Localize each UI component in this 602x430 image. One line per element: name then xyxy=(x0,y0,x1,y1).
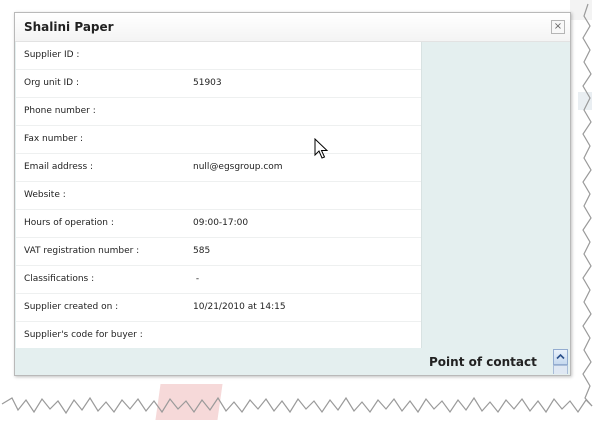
supplier-info-panel: Supplier ID : Org unit ID : 51903 Phone … xyxy=(16,42,422,348)
scrollbar-track[interactable] xyxy=(553,365,568,374)
field-row-vat-registration-number: VAT registration number : 585 xyxy=(16,238,421,266)
field-label: Hours of operation : xyxy=(24,218,114,228)
field-label: Supplier created on : xyxy=(24,302,119,312)
field-row-fax-number: Fax number : xyxy=(16,126,421,154)
scroll-up-button[interactable] xyxy=(553,349,568,365)
field-value: 585 xyxy=(193,246,211,256)
field-value: - xyxy=(193,274,200,284)
background-fragment xyxy=(155,384,223,420)
field-label: Fax number : xyxy=(24,134,84,144)
field-label: Supplier ID : xyxy=(24,50,80,60)
background-fragment xyxy=(578,92,592,110)
field-label: Website : xyxy=(24,190,66,200)
screenshot-stage: Shalini Paper × Supplier ID : Org unit I… xyxy=(0,0,602,430)
field-label: Classifications : xyxy=(24,274,95,284)
field-row-supplier-code-for-buyer: Supplier's code for buyer : xyxy=(16,322,421,349)
field-row-classifications: Classifications : - xyxy=(16,266,421,294)
field-value: 10/21/2010 at 14:15 xyxy=(193,302,286,312)
field-label: Supplier's code for buyer : xyxy=(24,330,143,340)
chevron-up-icon xyxy=(556,353,565,360)
field-value: 09:00-17:00 xyxy=(193,218,249,228)
field-row-supplier-id: Supplier ID : xyxy=(16,42,421,70)
field-value: null@egsgroup.com xyxy=(193,162,283,172)
field-row-website: Website : xyxy=(16,182,421,210)
background-fragment xyxy=(570,0,592,20)
field-row-email-address: Email address : null@egsgroup.com xyxy=(16,154,421,182)
field-row-phone-number: Phone number : xyxy=(16,98,421,126)
field-row-org-unit-id: Org unit ID : 51903 xyxy=(16,70,421,98)
field-label: Org unit ID : xyxy=(24,78,79,88)
field-label: Email address : xyxy=(24,162,94,172)
dialog-titlebar: Shalini Paper × xyxy=(15,13,570,42)
dialog-title: Shalini Paper xyxy=(24,20,114,34)
field-row-hours-of-operation: Hours of operation : 09:00-17:00 xyxy=(16,210,421,238)
field-label: VAT registration number : xyxy=(24,246,140,256)
mouse-pointer-icon xyxy=(314,138,329,159)
field-row-supplier-created-on: Supplier created on : 10/21/2010 at 14:1… xyxy=(16,294,421,322)
supplier-dialog: Shalini Paper × Supplier ID : Org unit I… xyxy=(14,12,571,376)
point-of-contact-heading: Point of contact xyxy=(429,355,537,369)
field-label: Phone number : xyxy=(24,106,96,116)
close-icon: × xyxy=(553,21,563,32)
field-value: 51903 xyxy=(193,78,222,88)
dialog-content: Supplier ID : Org unit ID : 51903 Phone … xyxy=(15,42,570,375)
close-button[interactable]: × xyxy=(551,20,565,34)
